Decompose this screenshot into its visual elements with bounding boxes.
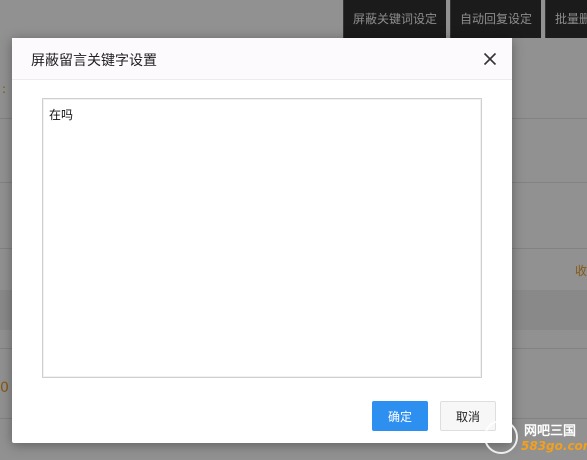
watermark-text: 网吧三国 (524, 424, 577, 439)
close-icon[interactable] (480, 49, 500, 69)
dialog-header: 屏蔽留言关键字设置 (12, 38, 512, 80)
logo-circle-icon (484, 420, 518, 454)
dialog-body: 在吗 确定 取消 (12, 80, 512, 443)
screen: : 0 收 屏蔽关键词设定 自动回复设定 批量删 屏蔽留言关键字设置 在吗 确定… (0, 0, 587, 460)
keywords-textarea[interactable]: 在吗 (42, 98, 482, 378)
watermark-url: 583go.com (521, 439, 587, 453)
watermark-logo: 网吧三国 583go.com (484, 418, 587, 458)
confirm-button[interactable]: 确定 (372, 401, 428, 431)
dialog-title: 屏蔽留言关键字设置 (31, 53, 157, 69)
keyword-settings-dialog: 屏蔽留言关键字设置 在吗 确定 取消 (12, 38, 512, 443)
